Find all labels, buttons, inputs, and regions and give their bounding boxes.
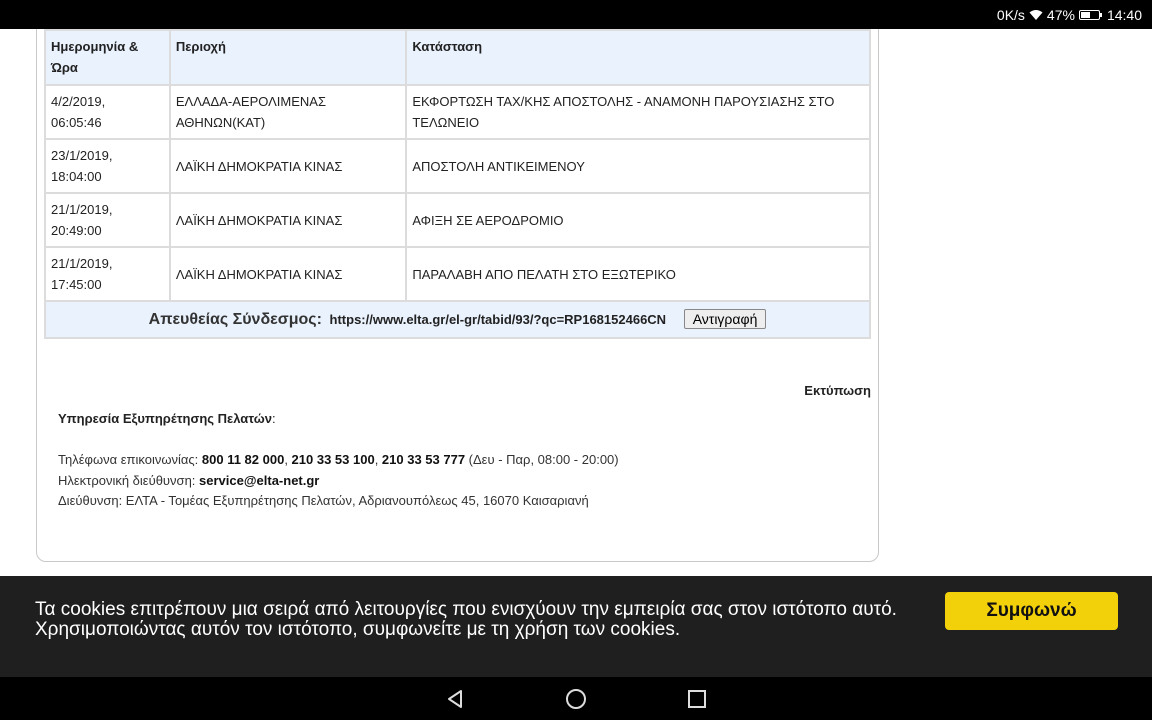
row-datetime: 21/1/2019, 17:45:00: [44, 246, 171, 302]
row-datetime: 4/2/2019, 06:05:46: [44, 84, 171, 140]
direct-link-url[interactable]: https://www.elta.gr/el-gr/tabid/93/?qc=R…: [330, 312, 667, 327]
cookie-accept-button[interactable]: Συμφωνώ: [945, 592, 1118, 630]
clock: 14:40: [1106, 6, 1142, 23]
table-row: 23/1/2019, 18:04:00 ΛΑΪΚΗ ΔΗΜΟΚΡΑΤΙΑ ΚΙΝΑ…: [44, 138, 871, 194]
copy-button[interactable]: Αντιγραφή: [683, 309, 767, 329]
phone-number[interactable]: 210 33 53 777: [382, 452, 465, 467]
direct-link-cell: Απευθείας Σύνδεσμος: https://www.elta.gr…: [44, 300, 871, 339]
row-status: ΑΦΙΞΗ ΣΕ ΑΕΡΟΔΡΟΜΙΟ: [405, 192, 871, 248]
row-datetime: 23/1/2019, 18:04:00: [44, 138, 171, 194]
column-header-datetime: Ημερομηνία & Ώρα: [44, 29, 171, 86]
row-area: ΛΑΪΚΗ ΔΗΜΟΚΡΑΤΙΑ ΚΙΝΑΣ: [168, 138, 408, 194]
network-speed: 0K/s: [996, 6, 1025, 23]
table-row: 21/1/2019, 20:49:00 ΛΑΪΚΗ ΔΗΜΟΚΡΑΤΙΑ ΚΙΝΑ…: [44, 192, 871, 248]
row-status: ΠΑΡΑΛΑΒΗ ΑΠΟ ΠΕΛΑΤΗ ΣΤΟ ΕΞΩΤΕΡΙΚΟ: [405, 246, 871, 302]
support-heading: Υπηρεσία Εξυπηρέτησης Πελατών:: [58, 411, 276, 426]
tracking-table: Ημερομηνία & Ώρα Περιοχή Κατάσταση 4/2/2…: [44, 29, 871, 339]
row-status: ΑΠΟΣΤΟΛΗ ΑΝΤΙΚΕΙΜΕΝΟΥ: [405, 138, 871, 194]
row-status: ΕΚΦΟΡΤΩΣΗ ΤΑΧ/ΚΗΣ ΑΠΟΣΤΟΛΗΣ - ΑΝΑΜΟΝΗ ΠΑ…: [405, 84, 871, 140]
row-area: ΛΑΪΚΗ ΔΗΜΟΚΡΑΤΙΑ ΚΙΝΑΣ: [168, 192, 408, 248]
navigation-bar: [0, 677, 1152, 720]
contact-info: Τηλέφωνα επικοινωνίας: 800 11 82 000, 21…: [58, 450, 619, 512]
cookie-banner: Τα cookies επιτρέπουν μια σειρά από λειτ…: [0, 576, 1152, 677]
row-datetime: 21/1/2019, 20:49:00: [44, 192, 171, 248]
status-bar: 0K/s 47% 14:40: [0, 0, 1152, 29]
row-area: ΛΑΪΚΗ ΔΗΜΟΚΡΑΤΙΑ ΚΙΝΑΣ: [168, 246, 408, 302]
address-line: Διεύθυνση: ΕΛΤΑ - Τομέας Εξυπηρέτησης Πε…: [58, 493, 589, 508]
row-area: ΕΛΛΑΔΑ-ΑΕΡΟΛΙΜΕΝΑΣ ΑΘΗΝΩΝ(ΚΑΤ): [168, 84, 408, 140]
phone-number[interactable]: 800 11 82 000: [202, 452, 284, 467]
direct-link-row: Απευθείας Σύνδεσμος: https://www.elta.gr…: [44, 300, 871, 339]
column-header-status: Κατάσταση: [405, 29, 871, 86]
cookie-text: Τα cookies επιτρέπουν μια σειρά από λειτ…: [35, 599, 897, 640]
battery-icon: [1078, 9, 1103, 21]
table-row: 4/2/2019, 06:05:46 ΕΛΛΑΔΑ-ΑΕΡΟΛΙΜΕΝΑΣ ΑΘΗ…: [44, 84, 871, 140]
email-line: Ηλεκτρονική διεύθυνση: service@elta-net.…: [58, 472, 320, 488]
recents-icon[interactable]: [687, 689, 707, 709]
direct-link-label: Απευθείας Σύνδεσμος:: [148, 311, 322, 328]
table-row: 21/1/2019, 17:45:00 ΛΑΪΚΗ ΔΗΜΟΚΡΑΤΙΑ ΚΙΝΑ…: [44, 246, 871, 302]
phone-number[interactable]: 210 33 53 100: [292, 452, 375, 467]
print-link[interactable]: Εκτύπωση: [780, 383, 871, 398]
email-link[interactable]: service@elta-net.gr: [199, 473, 319, 488]
table-header-row: Ημερομηνία & Ώρα Περιοχή Κατάσταση: [44, 29, 871, 86]
battery-percent: 47%: [1046, 6, 1075, 23]
page-content: Ημερομηνία & Ώρα Περιοχή Κατάσταση 4/2/2…: [0, 29, 1152, 576]
back-icon[interactable]: [445, 689, 465, 709]
wifi-icon: [1029, 9, 1043, 21]
home-icon[interactable]: [565, 688, 587, 710]
phone-line: Τηλέφωνα επικοινωνίας: 800 11 82 000, 21…: [58, 452, 619, 467]
column-header-area: Περιοχή: [168, 29, 408, 86]
